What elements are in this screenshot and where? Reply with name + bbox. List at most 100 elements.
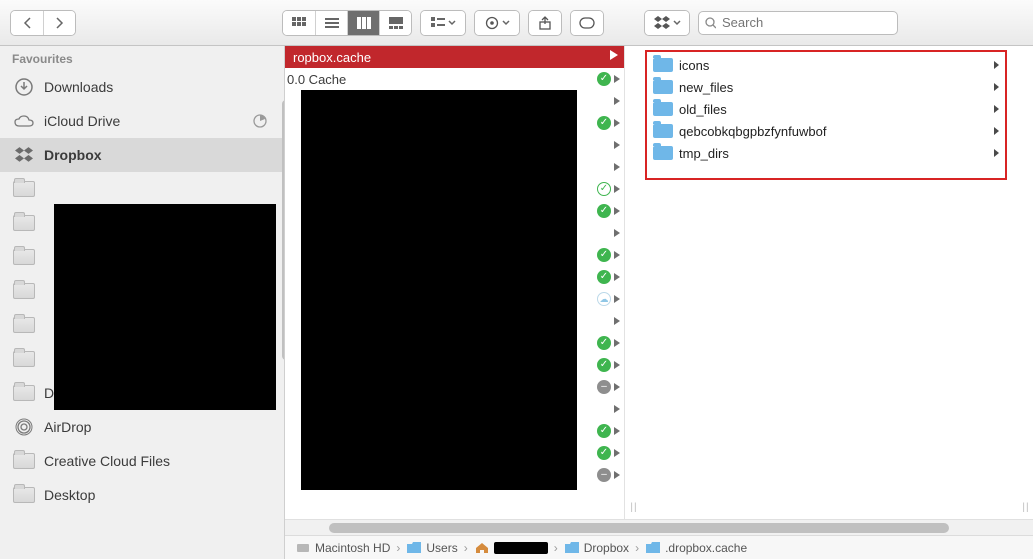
- status-row: ✓: [580, 354, 620, 376]
- view-list-button[interactable]: [315, 11, 347, 35]
- status-row: ✓: [580, 178, 620, 200]
- search-icon: [705, 17, 716, 29]
- action-menu[interactable]: [474, 10, 520, 36]
- view-gallery-button[interactable]: [379, 11, 411, 35]
- folder-icon: [406, 542, 422, 554]
- sidebar-item-label: Creative Cloud Files: [44, 453, 272, 469]
- home-icon: [474, 542, 490, 554]
- list-icon: [325, 17, 339, 29]
- sync-pending-icon: ✓: [597, 182, 611, 196]
- column-1-item[interactable]: 0.0 Cache: [285, 68, 624, 90]
- path-bar: Macintosh HD›Users››Dropbox›.dropbox.cac…: [285, 535, 1033, 559]
- view-icon-button[interactable]: [283, 11, 315, 35]
- chevron-right-icon: [614, 251, 620, 259]
- column-2[interactable]: icons new_files old_files qebcobkqbgpbzfynf…: [643, 46, 1019, 519]
- chevron-left-icon: [23, 17, 31, 29]
- column-divider-handle[interactable]: ||: [625, 46, 643, 519]
- chevron-right-icon: [994, 149, 999, 157]
- view-column-button[interactable]: [347, 11, 379, 35]
- chevron-right-icon: [614, 295, 620, 303]
- chevron-down-icon: [502, 20, 510, 26]
- sidebar-item-airdrop[interactable]: AirDrop: [0, 410, 284, 444]
- path-label: Users: [426, 541, 457, 555]
- sidebar-item-creative-cloud[interactable]: Creative Cloud Files: [0, 444, 284, 478]
- folder-row[interactable]: icons: [647, 54, 1005, 76]
- path-segment[interactable]: Macintosh HD: [295, 541, 390, 555]
- chevron-right-icon: [614, 273, 620, 281]
- column-1-selected-label: ropbox.cache: [293, 50, 371, 65]
- chevron-right-icon: [56, 17, 64, 29]
- folder-row[interactable]: tmp_dirs: [647, 142, 1005, 164]
- share-button-wrap: [528, 10, 562, 36]
- tags-button[interactable]: [571, 11, 603, 35]
- sidebar-item-folder[interactable]: [0, 172, 284, 206]
- folder-icon: [12, 245, 36, 269]
- group-button[interactable]: [421, 11, 465, 35]
- cloud-icon: [12, 109, 36, 133]
- folder-row[interactable]: old_files: [647, 98, 1005, 120]
- status-row: [580, 398, 620, 420]
- share-button[interactable]: [529, 11, 561, 35]
- sync-ok-icon: ✓: [597, 336, 611, 350]
- status-row: ☁: [580, 288, 620, 310]
- search-input[interactable]: [720, 14, 891, 31]
- chevron-right-icon: [614, 207, 620, 215]
- dropbox-button[interactable]: [645, 11, 689, 35]
- folder-row[interactable]: new_files: [647, 76, 1005, 98]
- chevron-right-icon: [614, 317, 620, 325]
- tag-icon: [579, 17, 595, 29]
- back-button[interactable]: [11, 11, 43, 35]
- folder-icon: [653, 124, 673, 138]
- status-row: –: [580, 376, 620, 398]
- status-badge-column: ✓✓✓✓✓✓☁✓✓–✓✓–: [580, 68, 620, 486]
- forward-button[interactable]: [43, 11, 75, 35]
- sidebar-item-downloads[interactable]: Downloads: [0, 70, 284, 104]
- sidebar-item-icloud[interactable]: iCloud Drive: [0, 104, 284, 138]
- path-separator: ›: [635, 541, 639, 555]
- status-row: ✓: [580, 420, 620, 442]
- dropbox-menu[interactable]: [644, 10, 690, 36]
- gallery-icon: [389, 17, 403, 29]
- redacted-label: [494, 542, 548, 554]
- grid-icon: [292, 17, 306, 29]
- folder-row[interactable]: qebcobkqbgpbzfynfuwbof: [647, 120, 1005, 142]
- sync-ok-icon: ✓: [597, 270, 611, 284]
- chevron-right-icon: [994, 61, 999, 69]
- folder-label: icons: [679, 58, 988, 73]
- status-row: [580, 156, 620, 178]
- sidebar-item-dropbox[interactable]: Dropbox: [0, 138, 284, 172]
- column-divider-handle[interactable]: ||: [1019, 46, 1033, 519]
- group-by-menu[interactable]: [420, 10, 466, 36]
- folder-icon: [12, 177, 36, 201]
- chevron-right-icon: [614, 427, 620, 435]
- path-label: .dropbox.cache: [665, 541, 747, 555]
- column-1[interactable]: ropbox.cache 0.0 Cache ✓✓✓✓✓✓☁✓✓–✓✓–: [285, 46, 625, 519]
- status-row: [580, 90, 620, 112]
- folder-label: old_files: [679, 102, 988, 117]
- sidebar-section-header: Favourites: [0, 46, 284, 70]
- search-field[interactable]: [698, 11, 898, 35]
- horizontal-scrollbar[interactable]: [285, 519, 1033, 535]
- chevron-right-icon: [614, 383, 620, 391]
- path-separator: ›: [464, 541, 468, 555]
- sync-ok-icon: ✓: [597, 424, 611, 438]
- sync-ok-icon: ✓: [597, 116, 611, 130]
- chevron-down-icon: [673, 20, 681, 26]
- chevron-right-icon: [994, 83, 999, 91]
- tags-button-wrap: [570, 10, 604, 36]
- gear-button[interactable]: [475, 11, 519, 35]
- sync-ok-icon: ✓: [597, 72, 611, 86]
- sync-ok-icon: ✓: [597, 446, 611, 460]
- status-row: [580, 222, 620, 244]
- chevron-right-icon: [994, 105, 999, 113]
- path-segment[interactable]: [474, 542, 548, 554]
- path-segment[interactable]: .dropbox.cache: [645, 541, 747, 555]
- sidebar-item-desktop[interactable]: Desktop: [0, 478, 284, 512]
- sync-ok-icon: ✓: [597, 248, 611, 262]
- path-segment[interactable]: Users: [406, 541, 457, 555]
- path-segment[interactable]: Dropbox: [564, 541, 629, 555]
- folder-icon: [564, 542, 580, 554]
- column-1-item-label: 0.0 Cache: [285, 72, 620, 87]
- chevron-right-icon: [610, 50, 618, 60]
- column-1-selected-item[interactable]: ropbox.cache: [285, 46, 624, 68]
